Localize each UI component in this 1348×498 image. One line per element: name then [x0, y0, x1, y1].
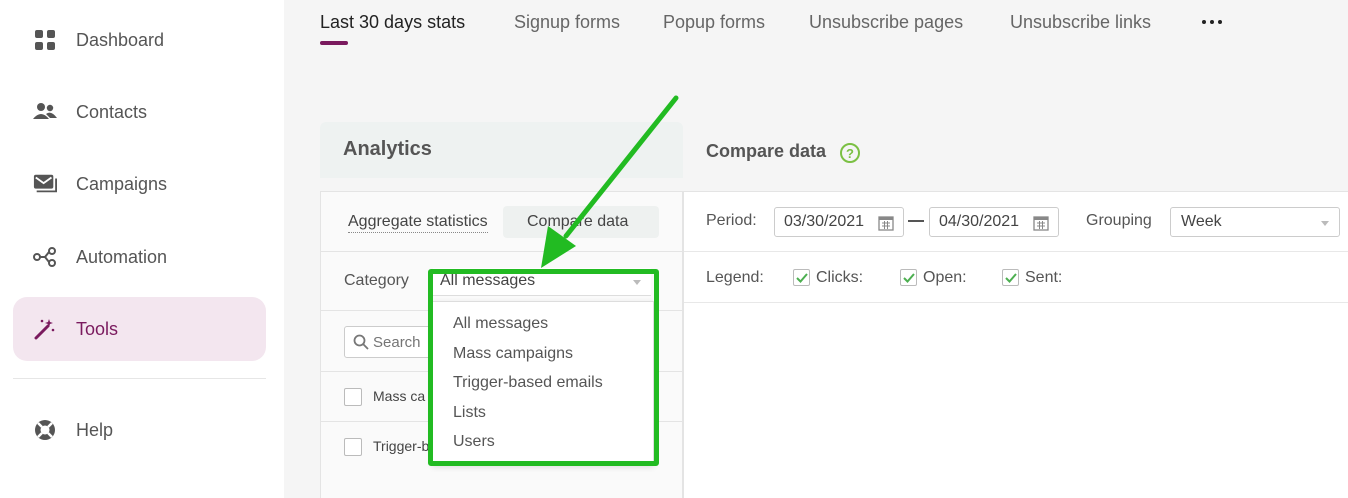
subtab-aggregate-statistics[interactable]: Aggregate statistics — [348, 213, 488, 233]
analytics-title: Analytics — [343, 138, 432, 160]
legend-sent-checkbox[interactable] — [1002, 269, 1019, 286]
category-label: Category — [344, 272, 409, 289]
list-item-label: Trigger-b — [373, 438, 430, 454]
dropdown-option-users[interactable]: Users — [453, 433, 495, 451]
sidebar-item-automation[interactable]: Automation — [13, 225, 266, 289]
more-horizontal-icon[interactable] — [1202, 14, 1222, 30]
lifebuoy-icon — [33, 418, 57, 442]
sidebar-divider — [13, 378, 266, 379]
period-label: Period: — [706, 212, 757, 229]
sidebar-item-help[interactable]: Help — [13, 398, 266, 462]
date-from-value: 03/30/2021 — [784, 213, 865, 230]
grid-icon — [33, 28, 57, 52]
sidebar-item-contacts[interactable]: Contacts — [13, 80, 266, 144]
grouping-select[interactable]: Week — [1170, 207, 1340, 237]
divider — [321, 251, 684, 252]
tab-signup-forms[interactable]: Signup forms — [514, 12, 620, 33]
sidebar-item-label: Contacts — [76, 101, 148, 122]
dropdown-option-lists[interactable]: Lists — [453, 404, 486, 422]
list-item-label: Mass ca — [373, 388, 426, 404]
legend-clicks-label: Clicks: — [816, 269, 864, 286]
active-tab-indicator — [320, 41, 348, 45]
dropdown-option-trigger-based-emails[interactable]: Trigger-based emails — [453, 374, 603, 392]
people-icon — [33, 100, 57, 124]
sidebar: Dashboard Contacts Campaigns Automation … — [0, 0, 284, 498]
category-select[interactable]: All messages — [433, 268, 651, 296]
tab-last-30-days-stats[interactable]: Last 30 days stats — [320, 12, 465, 33]
check-icon — [795, 272, 808, 283]
tab-unsubscribe-links[interactable]: Unsubscribe links — [1010, 12, 1151, 33]
legend-open-checkbox[interactable] — [900, 269, 917, 286]
compare-data-title: Compare data — [706, 141, 827, 161]
date-to-value: 04/30/2021 — [939, 213, 1020, 230]
grouping-label: Grouping — [1086, 212, 1152, 229]
date-from-input[interactable]: 03/30/2021 — [774, 207, 904, 237]
dropdown-option-all-messages[interactable]: All messages — [453, 315, 548, 333]
sidebar-item-label: Campaigns — [76, 173, 168, 194]
category-dropdown-list: All messages Mass campaigns Trigger-base… — [432, 301, 654, 465]
date-range-dash — [908, 220, 924, 222]
calendar-icon — [1033, 215, 1049, 236]
chevron-down-icon — [633, 280, 641, 285]
help-icon[interactable]: ? — [840, 143, 860, 163]
chevron-down-icon — [1321, 221, 1329, 226]
list-checkbox[interactable] — [344, 438, 362, 456]
sidebar-item-label: Dashboard — [76, 29, 165, 50]
compare-panel: Period: 03/30/2021 04/30/2021 Grouping W… — [683, 191, 1348, 498]
check-icon — [902, 272, 915, 283]
list-checkbox[interactable] — [344, 388, 362, 406]
divider — [684, 302, 1348, 303]
tab-popup-forms[interactable]: Popup forms — [663, 12, 765, 33]
main-content: Last 30 days stats Signup forms Popup fo… — [284, 0, 1348, 498]
legend-sent-label: Sent: — [1025, 269, 1063, 286]
sidebar-item-tools[interactable]: Tools — [13, 297, 266, 361]
search-icon — [353, 334, 369, 355]
legend-open-label: Open: — [923, 269, 967, 286]
date-to-input[interactable]: 04/30/2021 — [929, 207, 1059, 237]
sidebar-item-dashboard[interactable]: Dashboard — [13, 8, 266, 72]
analytics-header: Analytics — [320, 122, 683, 178]
subtab-compare-data[interactable]: Compare data — [527, 213, 628, 231]
sidebar-item-campaigns[interactable]: Campaigns — [13, 152, 266, 216]
sidebar-item-label: Help — [76, 419, 114, 440]
calendar-icon — [878, 215, 894, 236]
magic-wand-icon — [33, 317, 57, 341]
envelope-icon — [33, 172, 57, 196]
dropdown-option-mass-campaigns[interactable]: Mass campaigns — [453, 345, 573, 363]
category-select-value: All messages — [440, 272, 536, 289]
legend-label: Legend: — [706, 269, 764, 286]
sidebar-item-label: Tools — [76, 318, 119, 339]
tab-bar: Last 30 days stats Signup forms Popup fo… — [284, 0, 1348, 60]
tab-unsubscribe-pages[interactable]: Unsubscribe pages — [809, 12, 963, 33]
legend-clicks-checkbox[interactable] — [793, 269, 810, 286]
check-icon — [1004, 272, 1017, 283]
divider — [684, 251, 1348, 252]
grouping-select-value: Week — [1181, 213, 1222, 230]
share-nodes-icon — [33, 245, 57, 269]
sidebar-item-label: Automation — [76, 246, 168, 267]
